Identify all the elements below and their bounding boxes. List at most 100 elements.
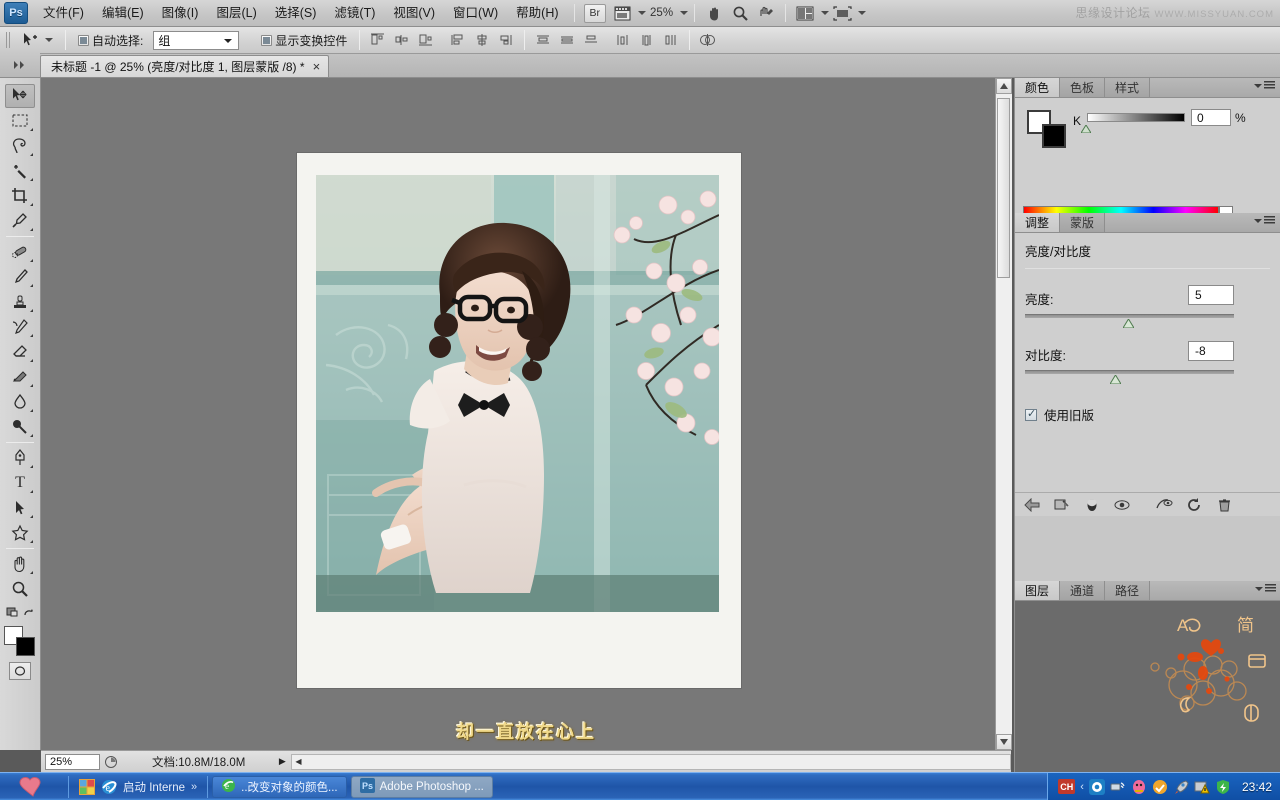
delete-icon[interactable]: [1215, 496, 1233, 514]
align-top-edges-icon[interactable]: [447, 30, 469, 51]
contrast-slider-handle[interactable]: [1109, 373, 1122, 385]
tab-styles[interactable]: 样式: [1105, 78, 1151, 97]
tab-layers[interactable]: 图层: [1015, 581, 1061, 600]
tool-preset-chevron-down-icon[interactable]: [45, 38, 53, 42]
contrast-slider-track[interactable]: [1025, 370, 1234, 374]
back-arrow-icon[interactable]: [1023, 496, 1041, 514]
move-tool[interactable]: [5, 84, 35, 108]
distribute-right-edges-icon[interactable]: [660, 30, 682, 51]
distribute-vertical-centers-icon[interactable]: [556, 30, 578, 51]
lasso-tool[interactable]: [5, 134, 35, 158]
auto-select-checkbox[interactable]: [78, 34, 89, 46]
toggle-visibility-icon[interactable]: [1113, 496, 1131, 514]
blur-tool[interactable]: [5, 390, 35, 414]
tab-adjustments[interactable]: 调整: [1015, 213, 1061, 232]
background-color-swatch[interactable]: [16, 637, 35, 656]
screen-mode-chevron-down-icon[interactable]: [638, 11, 647, 15]
menu-select[interactable]: 选择(S): [266, 1, 326, 25]
close-icon[interactable]: ×: [313, 60, 321, 73]
align-left-edges-icon[interactable]: [367, 30, 389, 51]
rotate-view-tool-icon[interactable]: [755, 3, 777, 23]
menu-file[interactable]: 文件(F): [34, 1, 93, 25]
active-tool-preset[interactable]: [15, 31, 59, 49]
tab-bar-grip[interactable]: [0, 53, 40, 77]
security-shield-icon[interactable]: [1215, 779, 1231, 795]
auto-align-layers-icon[interactable]: [697, 30, 719, 51]
layers-panel-menu-icon[interactable]: [1252, 584, 1276, 593]
dodge-tool[interactable]: [5, 415, 35, 439]
arrange-chevron-down-icon[interactable]: [821, 11, 830, 15]
distribute-top-edges-icon[interactable]: [532, 30, 554, 51]
launch-bridge-button[interactable]: Br: [583, 3, 607, 23]
view-previous-state-icon[interactable]: [1083, 496, 1101, 514]
network-icon[interactable]: [1110, 779, 1126, 795]
antivirus-icon[interactable]: [1152, 779, 1168, 795]
k-channel-ramp[interactable]: [1087, 113, 1185, 122]
clip-to-layer-icon[interactable]: [1053, 496, 1071, 514]
document-tab[interactable]: 未标题 -1 @ 25% (亮度/对比度 1, 图层蒙版 /8) * ×: [40, 55, 330, 77]
canvas-workspace[interactable]: 却一直放在心上 后来你们之间的变化: [41, 78, 1011, 750]
align-vertical-centers-icon[interactable]: [471, 30, 493, 51]
type-tool[interactable]: T: [5, 471, 35, 495]
canvas-horizontal-scrollbar[interactable]: ◀: [291, 753, 1011, 770]
color-panel-swatches[interactable]: [1027, 110, 1066, 148]
canvas-vertical-scrollbar[interactable]: [995, 78, 1012, 750]
eyedropper-tool[interactable]: [5, 209, 35, 233]
align-horizontal-centers-icon[interactable]: [391, 30, 413, 51]
tray-expand-icon[interactable]: ‹: [1080, 781, 1084, 793]
zoom-chevron-down-icon[interactable]: [680, 11, 689, 15]
shape-tool[interactable]: [5, 521, 35, 545]
tab-masks[interactable]: 蒙版: [1060, 213, 1106, 232]
eraser-tool[interactable]: [5, 340, 35, 364]
layers-panel-body[interactable]: A 简: [1015, 601, 1280, 772]
menu-window[interactable]: 窗口(W): [444, 1, 507, 25]
color-swatches[interactable]: [4, 626, 36, 656]
quick-mask-mode-icon[interactable]: [9, 662, 31, 680]
canvas-scroll-thumb[interactable]: [997, 98, 1010, 278]
tab-color[interactable]: 颜色: [1015, 78, 1061, 97]
menu-layer[interactable]: 图层(L): [207, 1, 265, 25]
start-button[interactable]: [2, 774, 64, 800]
rocket-icon[interactable]: [1173, 779, 1189, 795]
menu-image[interactable]: 图像(I): [153, 1, 208, 25]
internet-explorer-icon[interactable]: e: [101, 779, 117, 795]
align-right-edges-icon[interactable]: [415, 30, 437, 51]
healing-brush-tool[interactable]: [5, 240, 35, 264]
zoom-tool[interactable]: [5, 577, 35, 601]
color-panel-background-swatch[interactable]: [1042, 124, 1066, 148]
taskbar-item-browser[interactable]: e ..改变对象的颜色...: [212, 775, 347, 798]
pen-tool[interactable]: [5, 446, 35, 470]
status-expand-icon[interactable]: ▶: [275, 754, 289, 770]
brightness-slider-handle[interactable]: [1122, 317, 1135, 329]
tab-paths[interactable]: 路径: [1105, 581, 1151, 600]
brush-tool[interactable]: [5, 265, 35, 289]
workspace-switcher-icon[interactable]: [831, 3, 853, 23]
use-legacy-checkbox[interactable]: [1025, 407, 1037, 421]
auto-select-group[interactable]: 自动选择:: [72, 32, 149, 49]
marquee-tool[interactable]: [5, 109, 35, 133]
history-brush-tool[interactable]: [5, 315, 35, 339]
reset-icon[interactable]: [1185, 496, 1203, 514]
show-transform-group[interactable]: 显示变换控件: [255, 32, 353, 49]
show-desktop-icon[interactable]: [79, 778, 95, 795]
quick-launch-overflow-icon[interactable]: »: [191, 781, 197, 793]
scroll-up-button[interactable]: [996, 78, 1012, 94]
use-legacy-row[interactable]: 使用旧版: [1015, 391, 1280, 438]
distribute-bottom-edges-icon[interactable]: [580, 30, 602, 51]
warning-icon[interactable]: [1194, 779, 1210, 795]
align-bottom-edges-icon[interactable]: [495, 30, 517, 51]
artboard[interactable]: [297, 153, 741, 688]
zoom-level-display[interactable]: 25%: [646, 7, 677, 19]
show-transform-checkbox[interactable]: [261, 34, 273, 46]
k-channel-value-input[interactable]: 0: [1191, 109, 1231, 126]
brightness-value-input[interactable]: 5: [1188, 285, 1234, 305]
distribute-horizontal-centers-icon[interactable]: [636, 30, 658, 51]
arrange-documents-icon[interactable]: [794, 3, 816, 23]
auto-select-chevron-down-icon[interactable]: [224, 38, 233, 43]
taskbar-item-photoshop[interactable]: Ps Adobe Photoshop ...: [350, 775, 493, 798]
menu-edit[interactable]: 编辑(E): [93, 1, 153, 25]
clone-stamp-tool[interactable]: [5, 290, 35, 314]
scroll-down-button[interactable]: [996, 734, 1012, 750]
scroll-left-icon[interactable]: ◀: [292, 757, 301, 766]
auto-select-dropdown[interactable]: 组: [153, 30, 240, 50]
